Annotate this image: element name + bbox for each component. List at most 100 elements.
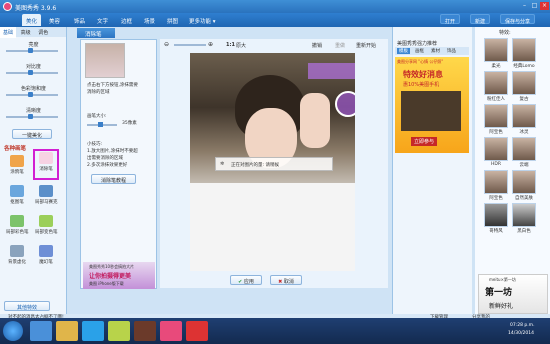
effect-thumb[interactable] [484,137,508,161]
eraser-stroke [308,63,355,79]
redo-button[interactable]: 重做 [335,42,345,49]
panel-title: 消除笔 [77,28,115,38]
tab-frame[interactable]: 边框 [117,14,136,26]
chrome-taskbar-icon[interactable] [108,321,130,341]
background-blur-tool[interactable]: 背景虚化 [6,244,28,268]
blur-icon [10,245,24,257]
meitu-logo-icon [3,2,12,11]
new-button[interactable]: 新建 [470,14,491,25]
reset-button[interactable]: 重新开始 [356,42,376,49]
tab-collage[interactable]: 拼图 [163,14,182,26]
maximize-icon[interactable]: □ [530,2,539,10]
brush-size-label: 画笔大小: [87,114,107,119]
effect-thumb[interactable] [484,170,508,194]
clock-date: 14/30/2014 [508,331,534,336]
ad-people-image [401,91,461,131]
start-button[interactable] [3,321,23,341]
partial-color-tool[interactable]: 局部彩色笔 [6,214,29,238]
cutout-pen-tool[interactable]: 抠图笔 [6,184,28,208]
main-tabs: 美化 美容 饰品 文字 边框 场景 拼图 更多功能 ▾ 打开 新建 保存与分享 [0,13,550,27]
photoshop-taskbar-icon[interactable] [134,321,156,341]
canvas-area[interactable]: ✲ 正在对图片的量: 请稍候 [160,50,388,280]
brush-size-value: 35像素 [122,121,137,126]
effect-thumb[interactable] [512,38,536,62]
tab-text[interactable]: 文字 [93,14,112,26]
undo-button[interactable]: 撤销 [312,42,322,49]
color-change-tool[interactable]: 局部变色笔 [35,214,58,238]
effect-thumb[interactable] [484,38,508,62]
brightness-slider[interactable]: 亮度 [0,37,66,59]
tab-beauty[interactable]: 美容 [45,14,64,26]
taskbar: 07:28 p.m. 14/30/2014 [0,318,550,344]
subtabs: 基础 高级 调色 [0,27,66,38]
title-bar: 美图秀秀 3.9.6 – □ × [0,0,550,13]
effect-thumb[interactable] [512,104,536,128]
zoom-slider[interactable] [174,44,206,46]
tab-scene[interactable]: 场景 [140,14,159,26]
effect-thumb[interactable] [512,71,536,95]
zoom-1to1[interactable]: 1:1 [226,42,235,48]
meitu-taskbar-icon[interactable] [160,321,182,341]
color-pen-icon [10,215,24,227]
processing-dialog: ✲ 正在对图片的量: 请稍候 [215,157,333,171]
effect-thumb[interactable] [484,104,508,128]
cancel-button[interactable]: ✖ 取消 [270,275,302,285]
ie-taskbar-icon[interactable] [30,321,52,341]
panel-ad-banner[interactable]: 美图秀秀10秒会搞拍大片 让你拍摄得更美 美图 iPhone版下载 [83,262,155,289]
other-effects-button[interactable]: 其他特效 [4,301,50,311]
minimize-icon[interactable]: – [520,2,529,10]
effect-thumb[interactable] [512,203,536,227]
brush-section-title: 各种画笔 [4,146,27,152]
tips-title: 小技巧: [87,142,103,147]
tab-template[interactable]: 模板 [397,48,410,54]
clock-time: 07:28 p.m. [510,323,535,328]
zoom-original[interactable]: 原大 [236,42,246,49]
zoom-out-icon[interactable]: ⊖ [164,41,169,48]
tab-more[interactable]: 更多功能 ▾ [185,14,220,26]
effect-thumb[interactable] [484,203,508,227]
effects-ad-banner[interactable]: meitu×第一坊 第一坊 新鲜好礼 [478,274,548,314]
explorer-taskbar-icon[interactable] [56,321,78,341]
left-panel: 基础 高级 调色 亮度 对比度 色彩饱和度 清晰度 一键美化 各种画笔 涂鸦笔 … [0,27,67,318]
close-icon[interactable]: × [540,2,549,10]
app-taskbar-icon[interactable] [186,321,208,341]
effect-thumb[interactable] [512,137,536,161]
tab-frame-rec[interactable]: 画框 [415,48,424,54]
save-share-button[interactable]: 保存与分享 [500,14,536,25]
tip-item: 2.多次涂抹效果更好 [87,163,128,168]
action-bar: ✔ 应用 ✖ 取消 [160,272,388,288]
canvas-toolbar: ⊖ ⊕ 1:1 原大 撤销 重做 重新开始 删除 [160,39,388,59]
sharpness-slider[interactable]: 清晰度 [0,103,66,125]
brush-size-knob[interactable] [98,122,103,127]
eraser-icon [39,152,53,164]
tab-accessories[interactable]: 饰品 [70,14,89,26]
mosaic-tool[interactable]: 局部马赛克 [35,184,58,208]
apply-button[interactable]: ✔ 应用 [230,275,262,285]
tab-material[interactable]: 素材 [431,48,440,54]
tab-ornament[interactable]: 饰品 [447,48,456,54]
contrast-slider[interactable]: 对比度 [0,59,66,81]
magic-wand-icon [39,245,53,257]
skype-taskbar-icon[interactable] [82,321,104,341]
recommend-ad[interactable]: 美图分享网 "心情 公仔照" 特效好消息 惠10%美图手机 立即参与 [395,57,469,153]
magic-pen-tool[interactable]: 魔幻笔 [35,244,57,268]
effect-thumb[interactable] [484,71,508,95]
edited-photo[interactable]: ✲ 正在对图片的量: 请稍候 [190,53,355,271]
doodle-pen-tool[interactable]: 涂鸦笔 [6,154,28,178]
open-button[interactable]: 打开 [440,14,461,25]
effect-thumb[interactable] [512,170,536,194]
spinner-icon: ✲ [220,161,225,167]
one-click-beautify-button[interactable]: 一键美化 [12,129,52,139]
app-title: 美图秀秀 3.9.6 [15,5,57,12]
recommend-panel: 美图秀秀强力推荐 模板 画框 素材 饰品 美图分享网 "心情 公仔照" 特效好消… [392,27,472,318]
eraser-panel: 点击右下方按钮,涂抹需要 消除的区域 画笔大小: 35像素 小技巧: 1.放大图… [80,39,157,289]
eraser-pen-tool[interactable]: 消除笔 [33,149,59,180]
effects-panel: 特效: 柔光 经典Lomo 粉红佳人 复古 阿宝色 冰灵 HDR 云端 阿宝色 … [475,27,550,318]
eraser-tutorial-button[interactable]: 消除笔教程 [91,174,136,184]
effects-title: 特效: [499,30,511,36]
tab-beautify[interactable]: 美化 [22,14,42,26]
brush-cursor [335,91,355,117]
saturation-slider[interactable]: 色彩饱和度 [0,81,66,103]
zoom-in-icon[interactable]: ⊕ [208,41,213,48]
example-photo [85,43,125,78]
